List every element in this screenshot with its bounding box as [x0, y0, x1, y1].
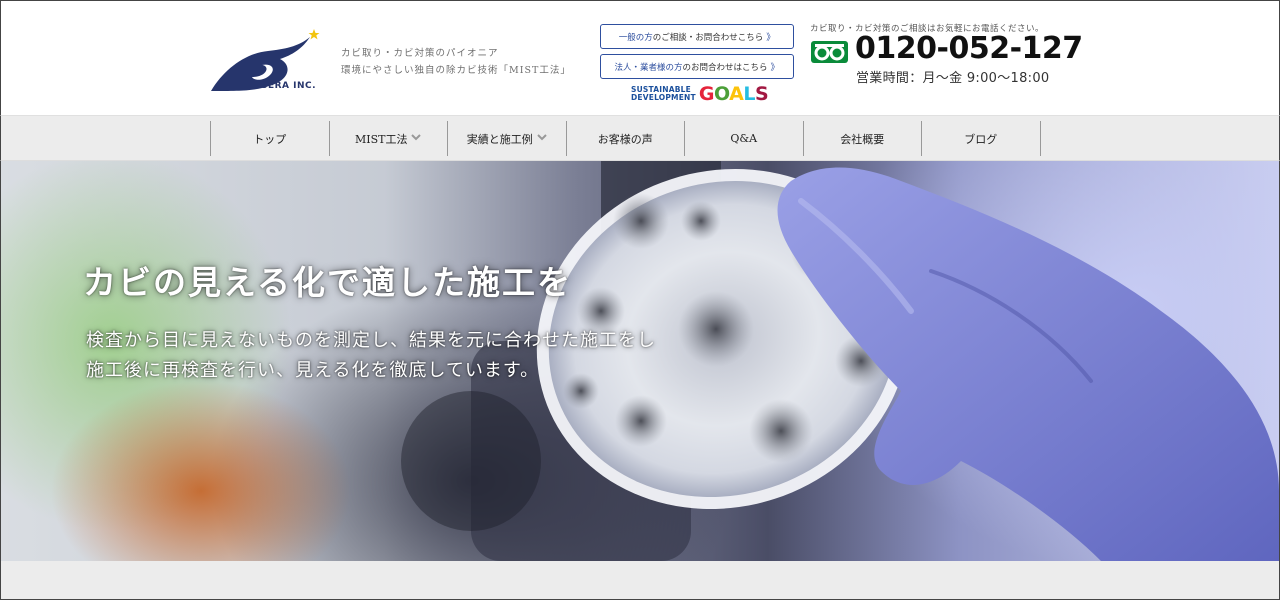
nav-item-results[interactable]: 実績と施工例 [448, 121, 567, 156]
nav-item-label: お客様の声 [597, 132, 653, 146]
nav-item-company[interactable]: 会社概要 [804, 121, 922, 156]
chevron-down-icon [537, 133, 547, 144]
nav-item-label: トップ [253, 132, 287, 146]
header-tagline: カビ取り・カビ対策のパイオニア 環境にやさしい独自の除カビ技術「MIST工法」 [341, 45, 571, 79]
nav-item-blog[interactable]: ブログ [922, 121, 1041, 156]
sdgs-goals-word: GOALS [698, 83, 769, 105]
business-hours: 営業時間：月〜金 9:00〜18:00 [856, 71, 1050, 86]
sdgs-letter: O [713, 83, 730, 105]
nav-item-label: ブログ [964, 132, 998, 146]
chevron-right-icon: 》 [766, 33, 776, 43]
freedial-icon [811, 41, 848, 63]
chevron-down-icon [411, 133, 422, 144]
tagline-line-1: カビ取り・カビ対策のパイオニア [341, 48, 499, 59]
hero-banner: カビの見える化で適した施工を 検査から目に見えないものを測定し、結果を元に合わせ… [0, 161, 1280, 561]
nav-item-faq[interactable]: Q&A [685, 121, 804, 156]
tagline-line-2: 環境にやさしい独自の除カビ技術「MIST工法」 [341, 65, 571, 76]
nav-list: トップ MIST工法 実績と施工例 お客様の声 Q&A 会社概要 ブログ [210, 121, 1041, 156]
nav-item-label: MIST工法 [355, 132, 408, 146]
nav-item-top[interactable]: トップ [211, 121, 330, 156]
logo-text: SERA INC. [261, 81, 317, 91]
general-inquiry-label: のご相談・お問合わせこちら [652, 32, 764, 43]
general-inquiry-highlight: 一般の方 [618, 32, 653, 43]
hero-description: 検査から目に見えないものを測定し、結果を元に合わせた施工をし 施工後に再検査を行… [86, 326, 656, 386]
corporate-inquiry-label: のお問合わせはこちら [682, 62, 768, 73]
site-header: SERA INC. カビ取り・カビ対策のパイオニア 環境にやさしい独自の除カビ技… [0, 0, 1280, 115]
nav-item-label: 会社概要 [840, 132, 885, 146]
sdgs-logo: SUSTAINABLE DEVELOPMENT GOALS [631, 83, 769, 105]
sdgs-text: SUSTAINABLE DEVELOPMENT [631, 86, 696, 102]
global-nav: トップ MIST工法 実績と施工例 お客様の声 Q&A 会社概要 ブログ [0, 115, 1280, 161]
phone-number-link[interactable]: 0120-052-127 [855, 31, 1083, 66]
nav-item-mist-method[interactable]: MIST工法 [330, 121, 448, 156]
chevron-right-icon: 》 [770, 63, 780, 73]
nav-item-testimonials[interactable]: お客様の声 [567, 121, 685, 156]
general-inquiry-button[interactable]: 一般の方 のご相談・お問合わせこちら 》 [600, 24, 794, 49]
sdgs-letter: L [743, 83, 755, 105]
hero-description-line-1: 検査から目に見えないものを測定し、結果を元に合わせた施工をし [86, 330, 656, 351]
corporate-inquiry-highlight: 法人・業者様の方 [614, 62, 683, 73]
sdgs-line-2: DEVELOPMENT [631, 93, 696, 102]
sdgs-letter: G [698, 83, 715, 105]
nav-item-label: 実績と施工例 [466, 132, 533, 146]
corporate-inquiry-button[interactable]: 法人・業者様の方 のお問合わせはこちら 》 [600, 54, 794, 79]
sdgs-letter: S [754, 83, 769, 105]
hero-description-line-2: 施工後に再検査を行い、見える化を徹底しています。 [86, 360, 540, 381]
nav-item-label: Q&A [730, 132, 758, 145]
hero-title: カビの見える化で適した施工を [83, 263, 573, 302]
sdgs-letter: A [729, 83, 744, 105]
content-area-top [0, 561, 1280, 600]
